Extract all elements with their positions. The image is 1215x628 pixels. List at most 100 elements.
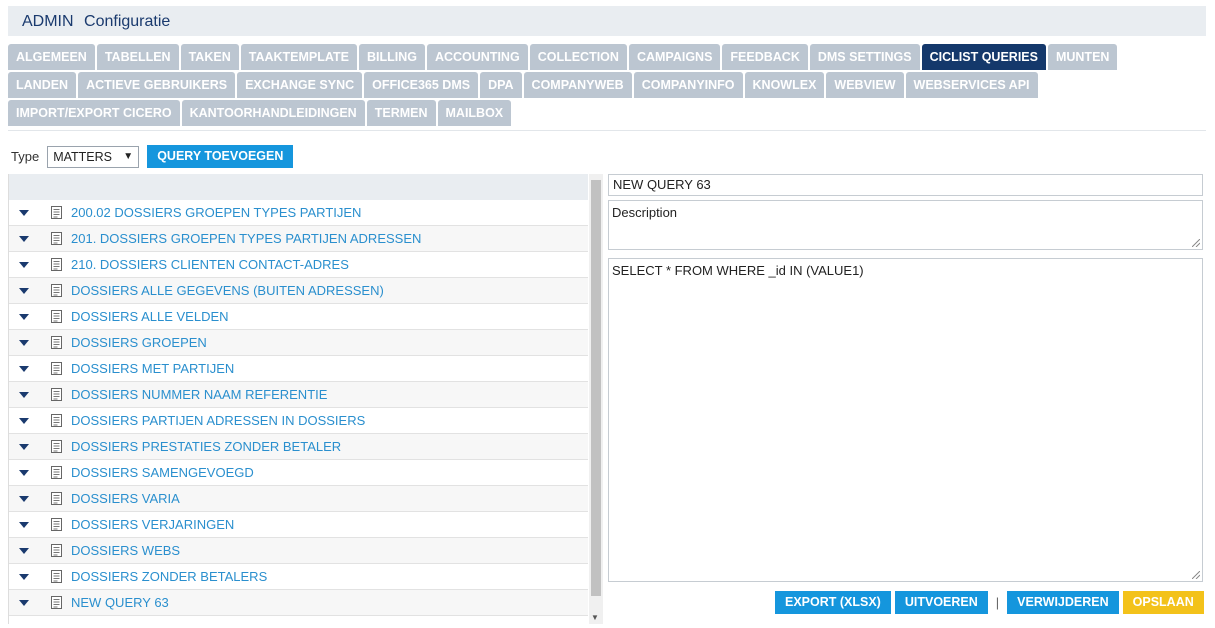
tab-taaktemplate[interactable]: TAAKTEMPLATE	[240, 44, 357, 70]
query-list-item[interactable]: DOSSIERS NUMMER NAAM REFERENTIE	[9, 382, 588, 408]
delete-query-button[interactable]: VERWIJDEREN	[1007, 591, 1119, 614]
expand-caret-icon[interactable]	[9, 304, 39, 329]
query-item-label[interactable]: DOSSIERS WEBS	[71, 543, 180, 558]
query-list-item[interactable]: DOSSIERS ZONDER BETALERS	[9, 564, 588, 590]
tab-dpa[interactable]: DPA	[480, 72, 522, 98]
tab-office365-dms[interactable]: OFFICE365 DMS	[364, 72, 479, 98]
expand-caret-icon[interactable]	[9, 538, 39, 563]
query-list-item[interactable]: DOSSIERS PRESTATIES ZONDER BETALER	[9, 434, 588, 460]
tab-companyinfo[interactable]: COMPANYINFO	[633, 72, 743, 98]
query-list-item[interactable]: 200.02 DOSSIERS GROEPEN TYPES PARTIJEN	[9, 200, 588, 226]
header-admin: ADMIN	[22, 13, 74, 30]
tab-kantoorhandleidingen[interactable]: KANTOORHANDLEIDINGEN	[181, 100, 365, 126]
tab-ciclist-queries[interactable]: CICLIST QUERIES	[921, 44, 1046, 70]
expand-caret-icon[interactable]	[9, 356, 39, 381]
document-icon	[51, 596, 65, 609]
query-list-scrollbar[interactable]: ▼	[589, 174, 603, 624]
expand-caret-icon[interactable]	[9, 200, 39, 225]
expand-caret-icon[interactable]	[9, 434, 39, 459]
type-select-value: MATTERS	[53, 149, 112, 164]
tab-taken[interactable]: TAKEN	[180, 44, 239, 70]
tab-algemeen[interactable]: ALGEMEEN	[8, 44, 95, 70]
run-query-button[interactable]: UITVOEREN	[894, 591, 988, 614]
query-sql-text: SELECT * FROM WHERE _id IN (VALUE1)	[612, 263, 864, 278]
tab-actieve-gebruikers[interactable]: ACTIEVE GEBRUIKERS	[78, 72, 236, 98]
query-item-label[interactable]: DOSSIERS PARTIJEN ADRESSEN IN DOSSIERS	[71, 413, 365, 428]
expand-caret-icon[interactable]	[9, 590, 39, 615]
tab-import-export-cicero[interactable]: IMPORT/EXPORT CICERO	[8, 100, 180, 126]
query-item-label[interactable]: 201. DOSSIERS GROEPEN TYPES PARTIJEN ADR…	[71, 231, 421, 246]
expand-caret-icon[interactable]	[9, 486, 39, 511]
tab-knowlex[interactable]: KNOWLEX	[744, 72, 825, 98]
query-sql-textarea[interactable]: SELECT * FROM WHERE _id IN (VALUE1)	[608, 258, 1203, 582]
export-xlsx-button[interactable]: EXPORT (XLSX)	[775, 591, 891, 614]
query-list-item[interactable]: DOSSIERS ALLE GEGEVENS (BUITEN ADRESSEN)	[9, 278, 588, 304]
query-list-item[interactable]: DOSSIERS VERJARINGEN	[9, 512, 588, 538]
tab-landen[interactable]: LANDEN	[8, 72, 77, 98]
type-filter: Type MATTERS ▼ QUERY TOEVOEGEN	[11, 145, 294, 168]
tab-webview[interactable]: WEBVIEW	[826, 72, 904, 98]
scroll-down-icon[interactable]: ▼	[591, 613, 599, 622]
query-item-label[interactable]: DOSSIERS SAMENGEVOEGD	[71, 465, 254, 480]
tab-munten[interactable]: MUNTEN	[1047, 44, 1118, 70]
query-list-item[interactable]: DOSSIERS MET PARTIJEN	[9, 356, 588, 382]
tab-feedback[interactable]: FEEDBACK	[722, 44, 808, 70]
chevron-down-icon: ▼	[123, 151, 134, 162]
tab-accounting[interactable]: ACCOUNTING	[426, 44, 528, 70]
query-description-textarea[interactable]: Description	[608, 200, 1203, 250]
tab-row-1: ALGEMEEN TABELLEN TAKEN TAAKTEMPLATE BILLING…	[8, 44, 1206, 70]
query-item-label[interactable]: DOSSIERS ALLE VELDEN	[71, 309, 229, 324]
query-list-item[interactable]: DOSSIERS GROEPEN	[9, 330, 588, 356]
resize-grip-icon[interactable]	[1192, 239, 1200, 247]
query-list-item[interactable]: DOSSIERS VARIA	[9, 486, 588, 512]
tab-exchange-sync[interactable]: EXCHANGE SYNC	[237, 72, 363, 98]
query-item-label[interactable]: DOSSIERS NUMMER NAAM REFERENTIE	[71, 387, 327, 402]
query-item-label[interactable]: DOSSIERS GROEPEN	[71, 335, 207, 350]
query-list-item[interactable]: 201. DOSSIERS GROEPEN TYPES PARTIJEN ADR…	[9, 226, 588, 252]
tab-dms-settings[interactable]: DMS SETTINGS	[809, 44, 920, 70]
document-icon	[51, 518, 65, 531]
tab-tabellen[interactable]: TABELLEN	[96, 44, 179, 70]
query-item-label[interactable]: DOSSIERS ALLE GEGEVENS (BUITEN ADRESSEN)	[71, 283, 384, 298]
document-icon	[51, 466, 65, 479]
save-query-button[interactable]: OPSLAAN	[1122, 591, 1204, 614]
tab-termen[interactable]: TERMEN	[366, 100, 436, 126]
query-item-label[interactable]: DOSSIERS PRESTATIES ZONDER BETALER	[71, 439, 341, 454]
query-list-item[interactable]: DOSSIERS WEBS	[9, 538, 588, 564]
tab-campaigns[interactable]: CAMPAIGNS	[628, 44, 721, 70]
query-item-label[interactable]: DOSSIERS MET PARTIJEN	[71, 361, 234, 376]
query-item-label[interactable]: 200.02 DOSSIERS GROEPEN TYPES PARTIJEN	[71, 205, 361, 220]
query-actions: EXPORT (XLSX) UITVOEREN | VERWIJDEREN OP…	[775, 591, 1204, 614]
expand-caret-icon[interactable]	[9, 382, 39, 407]
query-name-input[interactable]: NEW QUERY 63	[608, 174, 1203, 196]
document-icon	[51, 362, 65, 375]
tab-billing[interactable]: BILLING	[358, 44, 425, 70]
expand-caret-icon[interactable]	[9, 278, 39, 303]
query-list-item[interactable]: DOSSIERS SAMENGEVOEGD	[9, 460, 588, 486]
scrollbar-thumb[interactable]	[591, 180, 601, 596]
query-item-label[interactable]: DOSSIERS VERJARINGEN	[71, 517, 234, 532]
action-separator: |	[995, 595, 1000, 610]
query-item-label[interactable]: DOSSIERS VARIA	[71, 491, 180, 506]
query-item-label[interactable]: NEW QUERY 63	[71, 595, 169, 610]
tab-mailbox[interactable]: MAILBOX	[437, 100, 512, 126]
query-list-item[interactable]: DOSSIERS PARTIJEN ADRESSEN IN DOSSIERS	[9, 408, 588, 434]
expand-caret-icon[interactable]	[9, 226, 39, 251]
resize-grip-icon[interactable]	[1192, 571, 1200, 579]
query-list-item[interactable]: NEW QUERY 63	[9, 590, 588, 616]
expand-caret-icon[interactable]	[9, 460, 39, 485]
query-list-item[interactable]: 210. DOSSIERS CLIENTEN CONTACT-ADRES	[9, 252, 588, 278]
type-select[interactable]: MATTERS ▼	[47, 145, 140, 168]
expand-caret-icon[interactable]	[9, 408, 39, 433]
expand-caret-icon[interactable]	[9, 512, 39, 537]
expand-caret-icon[interactable]	[9, 252, 39, 277]
query-item-label[interactable]: 210. DOSSIERS CLIENTEN CONTACT-ADRES	[71, 257, 349, 272]
expand-caret-icon[interactable]	[9, 330, 39, 355]
tab-collection[interactable]: COLLECTION	[529, 44, 627, 70]
query-list-item[interactable]: DOSSIERS ALLE VELDEN	[9, 304, 588, 330]
tab-webservices-api[interactable]: WEBSERVICES API	[905, 72, 1038, 98]
query-item-label[interactable]: DOSSIERS ZONDER BETALERS	[71, 569, 267, 584]
add-query-button[interactable]: QUERY TOEVOEGEN	[147, 145, 294, 168]
expand-caret-icon[interactable]	[9, 564, 39, 589]
tab-companyweb[interactable]: COMPANYWEB	[523, 72, 632, 98]
